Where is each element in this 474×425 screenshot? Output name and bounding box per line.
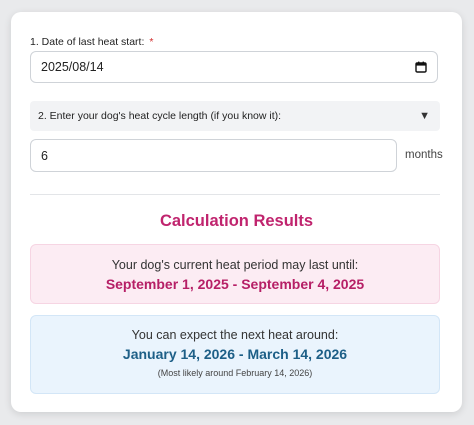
date-label-text: 1. Date of last heat start: xyxy=(30,36,145,48)
calendar-icon[interactable] xyxy=(415,61,427,73)
cycle-length-input[interactable]: 6 xyxy=(30,139,397,172)
divider xyxy=(30,194,440,195)
cycle-select-label: 2. Enter your dog's heat cycle length (i… xyxy=(38,110,282,122)
date-input[interactable]: 2025/08/14 xyxy=(30,51,438,83)
next-heat-text: You can expect the next heat around: xyxy=(131,328,339,342)
date-label: 1. Date of last heat start: * xyxy=(30,36,153,48)
calculator-card: 1. Date of last heat start: * 2025/08/14… xyxy=(11,12,462,412)
results-title: Calculation Results xyxy=(159,212,314,230)
cycle-unit-label: months xyxy=(405,149,443,161)
next-heat-note: (Most likely around February 14, 2026) xyxy=(157,368,313,378)
current-heat-range: September 1, 2025 - September 4, 2025 xyxy=(105,276,365,292)
triangle-down-icon[interactable]: ▼ xyxy=(419,110,430,122)
cycle-length-select[interactable]: 2. Enter your dog's heat cycle length (i… xyxy=(30,101,440,131)
next-heat-range: January 14, 2026 - March 14, 2026 xyxy=(122,346,348,362)
cycle-length-value: 6 xyxy=(41,148,48,163)
current-heat-box: Your dog's current heat period may last … xyxy=(30,244,440,304)
date-input-value: 2025/08/14 xyxy=(41,60,104,74)
required-mark: * xyxy=(149,36,154,48)
current-heat-text: Your dog's current heat period may last … xyxy=(111,258,359,272)
next-heat-box: You can expect the next heat around: Jan… xyxy=(30,315,440,394)
